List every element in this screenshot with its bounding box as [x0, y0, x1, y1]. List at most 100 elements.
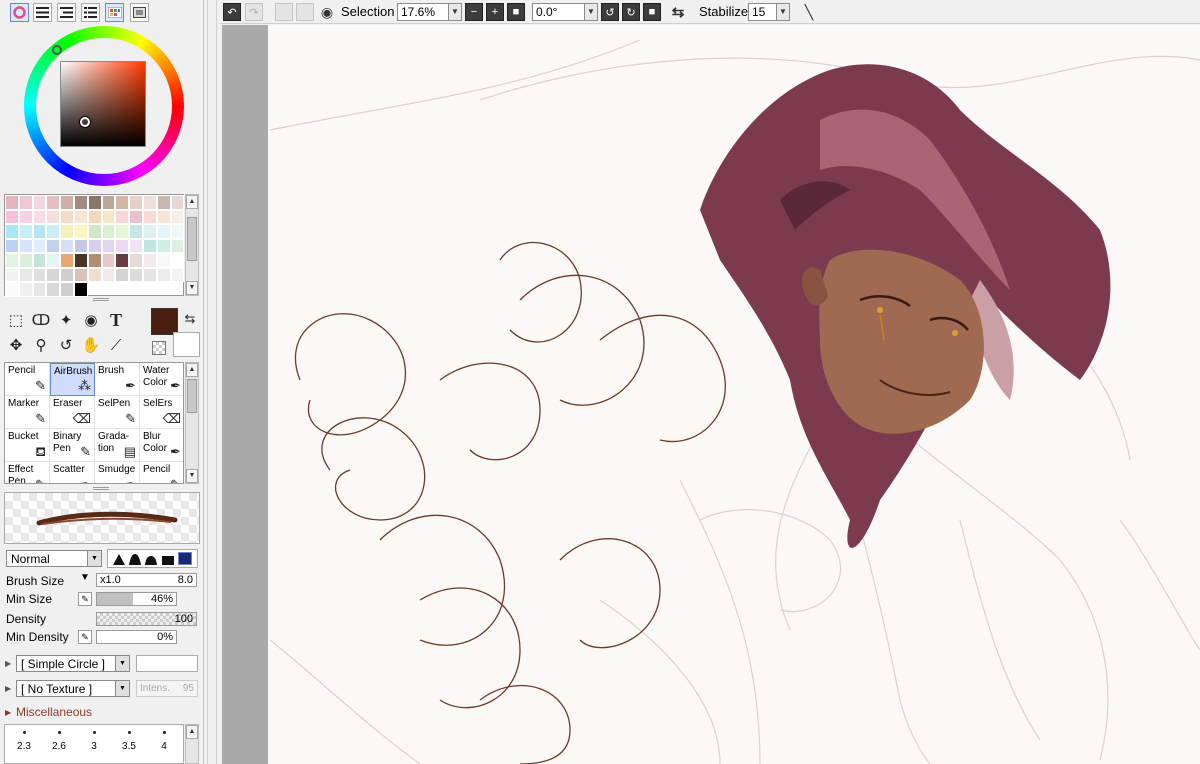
medium-shape-icon[interactable]	[129, 554, 142, 565]
size-preset-dot[interactable]	[163, 731, 166, 734]
lasso-icon[interactable]: ↀ	[30, 309, 52, 331]
color-swatch[interactable]	[5, 253, 19, 268]
redo-icon[interactable]: ↷	[245, 3, 263, 21]
color-swatch[interactable]	[87, 238, 102, 253]
chevron-down-icon[interactable]: ▼	[448, 3, 462, 21]
hue-marker[interactable]	[52, 45, 62, 55]
color-swatch[interactable]	[32, 267, 47, 282]
color-swatch[interactable]	[115, 253, 130, 268]
color-swatch[interactable]	[46, 238, 61, 253]
color-swatch[interactable]	[156, 267, 171, 282]
brush-bucket[interactable]: Bucket ⛾	[5, 429, 50, 462]
color-swatch[interactable]	[87, 253, 102, 268]
select-pen-icon[interactable]: ◉	[80, 309, 102, 331]
color-swatch[interactable]	[115, 238, 130, 253]
color-swatch[interactable]	[5, 209, 19, 224]
color-swatch[interactable]	[170, 209, 185, 224]
brush-brush[interactable]: Brush ✒	[95, 363, 140, 396]
zoom-out-icon[interactable]: −	[465, 3, 483, 21]
hand-icon[interactable]: ✋	[80, 334, 102, 356]
stabilizer-line-icon[interactable]: ╲	[800, 3, 818, 21]
color-swatch[interactable]	[18, 224, 33, 239]
flip-horizontal-icon[interactable]: ⇆	[669, 3, 687, 21]
color-swatch[interactable]	[156, 209, 171, 224]
color-swatch[interactable]	[60, 238, 74, 253]
color-swatch[interactable]	[101, 267, 116, 282]
color-swatch[interactable]	[87, 224, 102, 239]
color-swatch[interactable]	[60, 267, 74, 282]
size-preset-label[interactable]: 2.6	[44, 741, 74, 752]
color-swatch[interactable]	[73, 267, 88, 282]
brush-effectpen[interactable]: EffectPen✎	[5, 462, 50, 483]
color-swatch[interactable]	[115, 209, 130, 224]
expand-triangle-icon[interactable]: ▶	[5, 684, 11, 693]
color-swatch[interactable]	[170, 267, 185, 282]
brush-gradation[interactable]: Grada-tion ▤	[95, 429, 140, 462]
palette-scrollbar[interactable]: ▲ ▼	[185, 194, 199, 296]
scroll-up-icon[interactable]: ▲	[186, 363, 198, 377]
color-swatch[interactable]	[115, 224, 130, 239]
pressure-density-icon[interactable]: ✎	[78, 630, 92, 644]
rotate-view-icon[interactable]: ↺	[55, 334, 77, 356]
brush-shape-combo[interactable]: [ Simple Circle ] ▼	[16, 655, 130, 672]
rotation-field[interactable]: 0.0°	[532, 3, 592, 21]
size-preset-dot[interactable]	[128, 731, 131, 734]
flat-shape-icon[interactable]	[161, 554, 174, 565]
color-swatch[interactable]	[170, 224, 185, 239]
brush-marker[interactable]: Marker ✎	[5, 396, 50, 429]
color-swatch[interactable]	[156, 253, 171, 268]
color-swatch[interactable]	[156, 238, 171, 253]
color-swatch[interactable]	[87, 209, 102, 224]
swap-colors-icon[interactable]: ⇆	[182, 308, 198, 330]
color-swatch[interactable]	[73, 282, 88, 297]
color-swatch[interactable]	[142, 224, 157, 239]
color-swatch[interactable]	[142, 238, 157, 253]
color-swatch[interactable]	[129, 267, 143, 282]
size-preset-dot[interactable]	[23, 731, 26, 734]
color-swatch[interactable]	[46, 253, 61, 268]
color-swatch[interactable]	[5, 224, 19, 239]
color-swatch[interactable]	[60, 282, 74, 297]
brush-eraser[interactable]: Eraser ⌫	[50, 396, 95, 429]
scroll-up-icon[interactable]: ▲	[186, 725, 198, 739]
color-swatch[interactable]	[5, 267, 19, 282]
square-shape-icon[interactable]	[177, 552, 192, 565]
hard-shape-icon[interactable]	[113, 554, 126, 565]
chevron-down-icon[interactable]: ▼	[584, 3, 598, 21]
color-swatch[interactable]	[129, 195, 143, 210]
density-slider[interactable]: 100	[96, 612, 197, 626]
rotate-ccw-icon[interactable]: ↺	[601, 3, 619, 21]
color-swatch[interactable]	[32, 195, 47, 210]
color-swatch[interactable]	[73, 253, 88, 268]
color-swatch[interactable]	[115, 267, 130, 282]
color-swatch[interactable]	[46, 209, 61, 224]
soft-shape-icon[interactable]	[145, 554, 158, 565]
expand-triangle-icon[interactable]: ▶	[5, 708, 11, 717]
scroll-up-icon[interactable]: ▲	[186, 195, 198, 209]
saturation-value-square[interactable]	[60, 61, 146, 147]
min-size-slider[interactable]: 46%	[96, 592, 177, 606]
rgb-sliders-icon[interactable]	[33, 3, 52, 22]
color-swatch[interactable]	[142, 267, 157, 282]
scroll-down-icon[interactable]: ▼	[186, 281, 198, 295]
brush-airbrush[interactable]: AirBrush ⁂	[50, 363, 95, 396]
brush-selers[interactable]: SelErs ⌫	[140, 396, 183, 429]
brush-pencil[interactable]: Pencil ✎	[5, 363, 50, 396]
move-icon[interactable]: ✥	[5, 334, 27, 356]
color-wheel-icon[interactable]	[10, 3, 29, 22]
brush-pencil[interactable]: Pencil ✎	[140, 462, 183, 483]
color-swatch[interactable]	[142, 209, 157, 224]
brush-scrollbar[interactable]: ▲ ▼	[185, 362, 199, 484]
color-swatch[interactable]	[18, 282, 33, 297]
brush-scatter[interactable]: Scatter ✒	[50, 462, 95, 483]
color-swatch[interactable]	[18, 238, 33, 253]
secondary-color-box[interactable]	[173, 332, 200, 357]
undo-icon[interactable]: ↶	[223, 3, 241, 21]
color-swatch[interactable]	[18, 195, 33, 210]
color-swatch[interactable]	[101, 224, 116, 239]
color-swatch[interactable]	[156, 224, 171, 239]
color-swatch[interactable]	[87, 267, 102, 282]
color-swatch[interactable]	[18, 209, 33, 224]
brush-size-dropdown-icon[interactable]: ▼	[80, 572, 90, 583]
color-swatch[interactable]	[5, 238, 19, 253]
